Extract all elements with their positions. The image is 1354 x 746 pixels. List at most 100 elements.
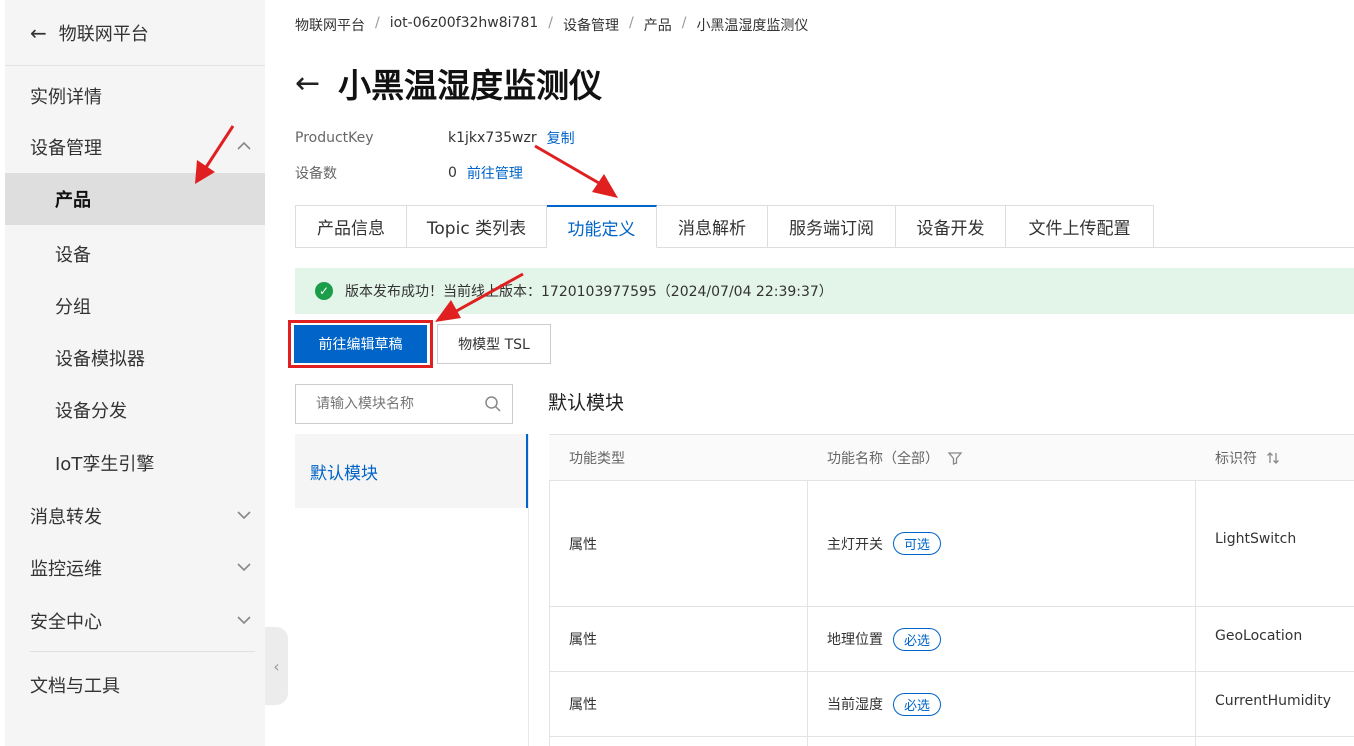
module-divider [528, 434, 529, 746]
module-search-input[interactable] [316, 396, 476, 412]
success-notice: ✓ 版本发布成功！当前线上版本：1720103977595（2024/07/04… [295, 268, 1354, 314]
feature-name: 地理位置 [827, 632, 883, 648]
table-row: 属性 地理位置 必选 GeoLocation [549, 607, 1354, 672]
breadcrumb-item[interactable]: 产品 [644, 15, 672, 35]
cell-feature-name: 主灯开关 可选 [827, 481, 942, 606]
breadcrumb: 物联网平台 / iot-06z00f32hw8i781 / 设备管理 / 产品 … [295, 15, 808, 35]
back-arrow-icon[interactable]: ← [30, 21, 47, 45]
sidebar-item-label: 分组 [55, 297, 91, 318]
annotation-arrow-icon [534, 144, 618, 198]
sidebar-collapse-toggle[interactable]: ‹ [265, 627, 288, 705]
sidebar-item-device-simulator[interactable]: 设备模拟器 [5, 332, 265, 384]
chevron-up-icon [237, 141, 251, 150]
breadcrumb-item[interactable]: 设备管理 [563, 15, 619, 35]
sidebar-item-security-center[interactable]: 安全中心 [5, 595, 265, 647]
cell-feature-type: 属性 [569, 536, 597, 553]
sidebar-item-monitoring[interactable]: 监控运维 [5, 542, 265, 594]
tab-label: 消息解析 [678, 219, 746, 239]
tab-server-subscription[interactable]: 服务端订阅 [768, 205, 896, 248]
tab-bar: 产品信息 Topic 类列表 功能定义 消息解析 服务端订阅 设备开发 文件上传… [295, 205, 1154, 248]
tab-label: 设备开发 [916, 219, 985, 239]
sidebar-item-label: 消息转发 [30, 507, 102, 528]
sidebar-item-label: 设备模拟器 [55, 349, 145, 370]
edit-draft-button[interactable]: 前往编辑草稿 [294, 325, 427, 363]
chevron-down-icon [237, 563, 251, 572]
tab-product-info[interactable]: 产品信息 [295, 205, 407, 248]
chevron-down-icon [237, 511, 251, 520]
tab-label: 文件上传配置 [1028, 219, 1131, 239]
cell-feature-name: 地理位置 必选 [827, 607, 942, 671]
sidebar-item-instance-details[interactable]: 实例详情 [5, 70, 265, 122]
sidebar-item-iot-twin[interactable]: IoT孪生引擎 [5, 437, 265, 489]
table-row: 属性 主灯开关 可选 LightSwitch [549, 481, 1354, 607]
sidebar: ← 物联网平台 实例详情 设备管理 产品 设备 分组 设备模拟器 设备分发 Io… [0, 0, 265, 746]
sidebar-item-device[interactable]: 设备 [5, 228, 265, 280]
module-list-item[interactable]: 默认模块 [295, 434, 528, 508]
tsl-button-label: 物模型 TSL [458, 337, 530, 353]
module-item-label: 默认模块 [310, 463, 378, 484]
page-title: 小黑温湿度监测仪 [338, 66, 603, 105]
breadcrumb-separator: / [629, 15, 634, 31]
tsl-button[interactable]: 物模型 TSL [437, 324, 551, 364]
tab-label: Topic 类列表 [426, 219, 527, 239]
header-identifier-label: 标识符 [1215, 451, 1257, 467]
cell-identifier: LightSwitch [1215, 531, 1297, 547]
sidebar-item-product[interactable]: 产品 [5, 173, 265, 225]
header-feature-type: 功能类型 [569, 451, 625, 467]
tab-label: 功能定义 [567, 219, 636, 240]
required-tag: 必选 [893, 627, 942, 651]
product-key-value: k1jkx735wzr [448, 130, 537, 146]
breadcrumb-item[interactable]: 物联网平台 [295, 15, 365, 35]
device-count-row: 设备数 0 前往管理 [295, 163, 523, 183]
optional-tag: 可选 [893, 532, 942, 555]
copy-link[interactable]: 复制 [547, 128, 575, 148]
table-header-row: 功能类型 功能名称（全部） 标识符 [549, 434, 1354, 481]
breadcrumb-item[interactable]: iot-06z00f32hw8i781 [390, 15, 539, 35]
edit-draft-button-label: 前往编辑草稿 [318, 337, 403, 353]
tab-device-development[interactable]: 设备开发 [896, 205, 1006, 248]
cell-feature-type: 属性 [569, 697, 597, 713]
sidebar-header[interactable]: ← 物联网平台 [5, 0, 265, 66]
header-identifier[interactable]: 标识符 [1215, 435, 1281, 481]
product-key-label: ProductKey [295, 130, 374, 146]
device-count-label: 设备数 [295, 166, 337, 182]
sidebar-item-label: 监控运维 [30, 559, 102, 580]
sort-icon[interactable] [1265, 450, 1281, 466]
sidebar-item-label: 设备 [55, 245, 91, 266]
edit-draft-button-highlight: 前往编辑草稿 [288, 320, 433, 368]
search-icon[interactable] [484, 395, 502, 413]
header-feature-name[interactable]: 功能名称（全部） [827, 435, 963, 481]
table-row: 属性 当前湿度 必选 CurrentHumidity [549, 672, 1354, 737]
back-arrow-icon[interactable]: ← [295, 66, 320, 101]
breadcrumb-separator: / [681, 15, 687, 31]
tab-topic-list[interactable]: Topic 类列表 [407, 205, 547, 248]
breadcrumb-separator: / [548, 15, 553, 31]
sidebar-item-label: 安全中心 [30, 612, 102, 633]
tab-feature-definition[interactable]: 功能定义 [547, 205, 657, 248]
sidebar-item-device-management[interactable]: 设备管理 [5, 121, 265, 173]
tab-label: 服务端订阅 [789, 219, 874, 239]
sidebar-item-label: 设备分发 [55, 401, 127, 422]
chevron-left-icon: ‹ [273, 656, 280, 676]
breadcrumb-separator: / [375, 15, 380, 31]
product-key-row: ProductKey k1jkx735wzr 复制 [295, 128, 575, 148]
sidebar-item-group[interactable]: 分组 [5, 280, 265, 332]
filter-icon[interactable] [947, 450, 963, 466]
tab-file-upload-config[interactable]: 文件上传配置 [1006, 205, 1154, 248]
tab-message-parsing[interactable]: 消息解析 [657, 205, 768, 248]
sidebar-item-device-distribution[interactable]: 设备分发 [5, 384, 265, 436]
sidebar-divider [30, 651, 255, 652]
module-title: 默认模块 [548, 392, 625, 414]
cell-identifier: CurrentHumidity [1215, 693, 1332, 709]
sidebar-item-docs-tools[interactable]: 文档与工具 [5, 659, 265, 711]
sidebar-item-label: 文档与工具 [30, 676, 120, 697]
module-search[interactable] [295, 384, 513, 424]
device-count-value: 0 [448, 165, 457, 181]
required-tag: 必选 [893, 692, 942, 716]
sidebar-item-message-forwarding[interactable]: 消息转发 [5, 490, 265, 542]
manage-link[interactable]: 前往管理 [467, 163, 523, 183]
sidebar-item-label: 实例详情 [30, 87, 102, 108]
notice-text: 版本发布成功！当前线上版本：1720103977595（2024/07/04 2… [345, 284, 833, 300]
cell-feature-name: 当前湿度 必选 [827, 672, 942, 736]
cell-identifier: GeoLocation [1215, 628, 1303, 644]
